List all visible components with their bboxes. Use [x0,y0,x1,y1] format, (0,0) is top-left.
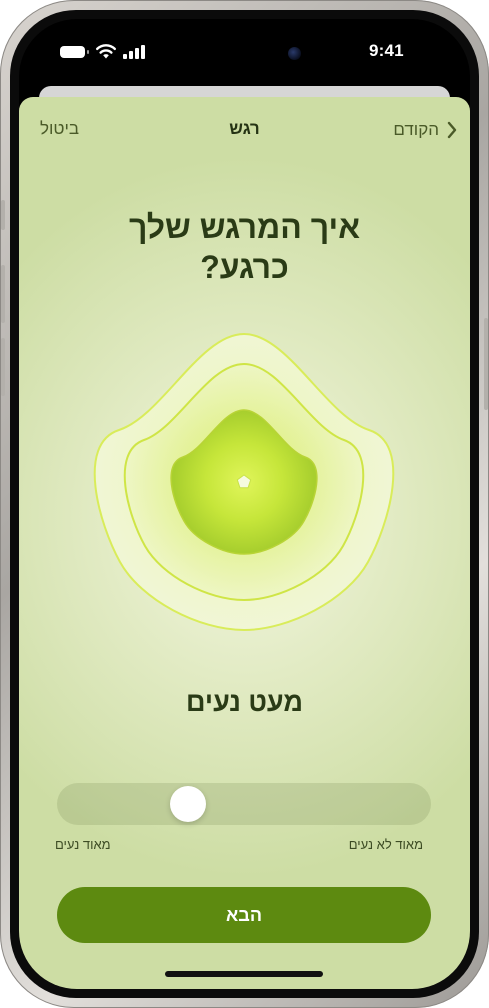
screen: 9:41 הקודם רגש ביטול איך המרגש שלך כרגע? [19,19,470,989]
page-title: רגש [229,119,260,138]
question-line-1: איך המרגש שלך [128,209,361,245]
pleasantness-slider[interactable] [57,783,431,825]
front-camera [288,47,301,60]
power-button [484,318,488,410]
mood-shape [93,332,395,632]
mood-label: מעט נעים [186,687,303,717]
cancel-button[interactable]: ביטול [40,119,79,139]
scale-label-pleasant: מאוד נעים [55,837,111,852]
home-indicator [165,971,323,977]
scale-label-unpleasant: מאוד לא נעים [348,837,423,852]
emotion-sheet: הקודם רגש ביטול איך המרגש שלך כרגע? מעט … [19,97,470,989]
battery-icon [60,46,89,58]
next-button[interactable]: הבא [57,887,431,943]
question-heading: איך המרגש שלך כרגע? [59,207,430,287]
status-bar: 9:41 [19,19,470,81]
wifi-icon [96,44,116,59]
cellular-icon [123,45,145,59]
action-button [1,200,5,230]
volume-down-button [1,338,5,396]
slider-thumb[interactable] [169,786,206,822]
volume-up-button [1,265,5,323]
status-time: 9:41 [369,41,404,60]
question-line-2: כרגע? [200,249,289,285]
